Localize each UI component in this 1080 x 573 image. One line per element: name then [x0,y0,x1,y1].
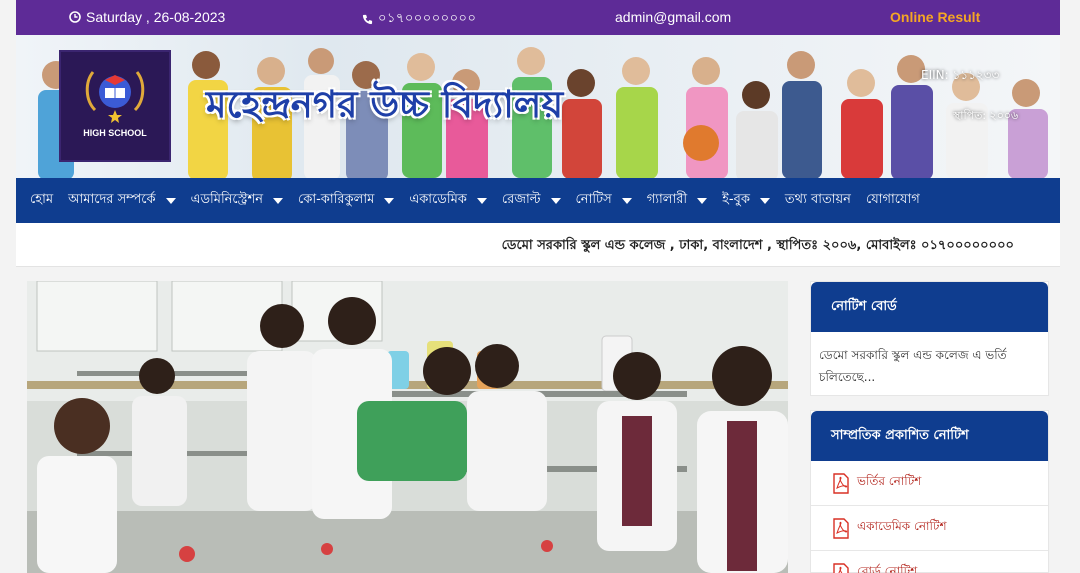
notice-board-title: নোটিশ বোর্ড [811,282,1048,332]
ticker-text: ডেমো সরকারি স্কুল এন্ড কলেজ , ঢাকা, বাংল… [501,238,1014,253]
nav-item[interactable]: হোম [30,190,53,211]
caret-down-icon [550,197,561,204]
pdf-icon [833,562,849,573]
nav-item-label: এডমিনিস্ট্রেশন [190,192,263,207]
nav-item[interactable]: নোটিস [576,190,632,211]
notice-list-item[interactable]: একাডেমিক নোটিশ [811,506,1048,551]
nav-item-label: ই-বুক [722,192,750,207]
caret-down-icon [476,197,487,204]
recent-notices-list: ভর্তির নোটিশ একাডেমিক নোটিশ বোর্ড নোটিশ [811,461,1048,573]
notice-list-item[interactable]: ভর্তির নোটিশ [811,461,1048,506]
phone-text: ০১৭০০০০০০০০ [378,10,477,25]
notice-list-item[interactable]: বোর্ড নোটিশ [811,551,1048,573]
header-banner: HIGH SCHOOL মহেন্দ্রনগর উচ্চ বিদ্যালয় E… [16,35,1060,178]
pdf-icon [833,472,849,494]
top-info-bar: Saturday , 26-08-2023 ০১৭০০০০০০০০ admin@… [16,0,1060,35]
nav-item-label: হোম [30,192,54,207]
date-text: Saturday , 26-08-2023 [86,9,226,25]
online-result-link[interactable]: Online Result [890,9,980,25]
caret-down-icon [272,197,283,204]
school-logo[interactable]: HIGH SCHOOL [59,50,171,162]
nav-item-label: কো-কারিকুলাম [297,192,375,207]
notice-board-text[interactable]: ডেমো সরকারি স্কুল এন্ড কলেজ এ ভর্তি চলিত… [811,332,1048,388]
caret-down-icon [759,197,770,204]
nav-item[interactable]: গ্যালারী [646,190,708,211]
date-display: Saturday , 26-08-2023 [69,9,225,25]
nav-item[interactable]: আমাদের সম্পর্কে [68,190,176,211]
nav-item[interactable]: ই-বুক [722,190,770,211]
phone-icon [362,14,373,25]
nav-item-label: আমাদের সম্পর্কে [68,192,156,207]
nav-item[interactable]: তথ্য বাতায়ন [785,190,851,211]
lab-photo-image [27,281,788,573]
nav-item-label: যোগাযোগ [865,192,920,207]
nav-item[interactable]: একাডেমিক [409,190,487,211]
email-link[interactable]: admin@gmail.com [615,9,731,25]
lab-photo [27,281,788,573]
recent-notices-title: সাম্প্রতিক প্রকাশিত নোটিশ [811,411,1048,461]
recent-notices-panel: সাম্প্রতিক প্রকাশিত নোটিশ ভর্তির নোটিশ এক… [810,410,1049,573]
notice-link-label: বোর্ড নোটিশ [857,564,918,573]
clock-icon [69,11,81,23]
eiin-label: EIIN: ১১১২৩৩ [921,68,1000,82]
caret-down-icon [697,197,708,204]
page: Saturday , 26-08-2023 ০১৭০০০০০০০০ admin@… [0,0,1080,573]
caret-down-icon [384,197,395,204]
established-label: স্থাপিত: ২০০৬ [953,109,1019,122]
nav-item-label: গ্যালারী [646,192,688,207]
school-logo-icon [85,71,145,123]
school-name-title: মহেন্দ্রনগর উচ্চ বিদ্যালয় [206,82,564,126]
nav-item[interactable]: কো-কারিকুলাম [297,190,395,211]
caret-down-icon [165,197,176,204]
phone-display: ০১৭০০০০০০০০ [362,9,476,30]
news-ticker: ডেমো সরকারি স্কুল এন্ড কলেজ , ঢাকা, বাংল… [16,223,1060,267]
nav-menu: হোম আমাদের সম্পর্কে এডমিনিস্ট্রেশন কো-কারিক… [16,178,1060,223]
nav-item-label: একাডেমিক [409,192,467,207]
nav-item[interactable]: যোগাযোগ [866,190,920,211]
caret-down-icon [621,197,632,204]
notice-link-label: একাডেমিক নোটিশ [857,519,947,533]
pdf-icon [833,517,849,539]
main-navigation: হোম আমাদের সম্পর্কে এডমিনিস্ট্রেশন কো-কারিক… [16,178,1060,223]
logo-text: HIGH SCHOOL [83,128,147,138]
nav-item-label: তথ্য বাতায়ন [784,192,851,207]
nav-item[interactable]: এডমিনিস্ট্রেশন [191,190,283,211]
nav-item[interactable]: রেজাল্ট [502,190,561,211]
notice-link-label: ভর্তির নোটিশ [857,474,922,488]
nav-item-label: নোটিস [575,192,612,207]
nav-item-label: রেজাল্ট [501,192,541,207]
notice-board-panel: নোটিশ বোর্ড ডেমো সরকারি স্কুল এন্ড কলেজ … [810,281,1049,396]
